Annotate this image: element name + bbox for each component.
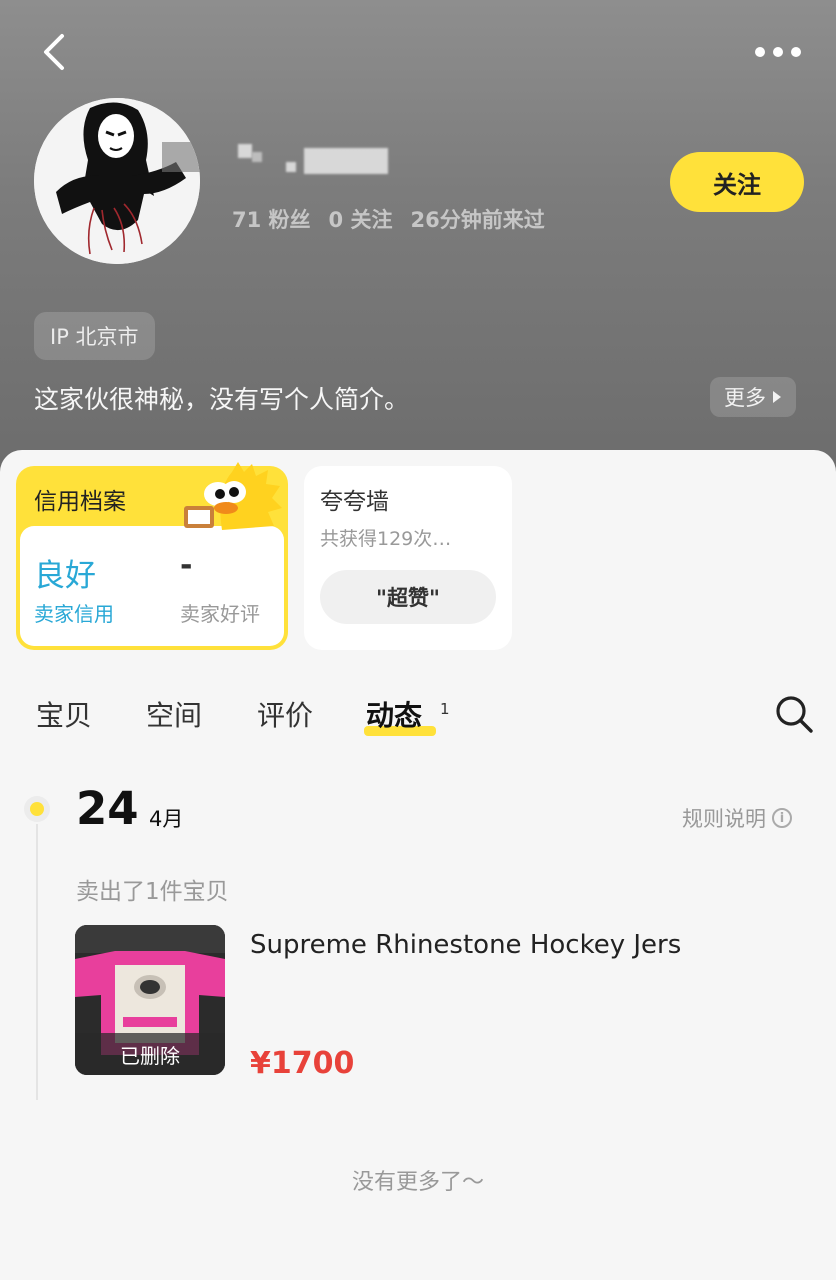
bio-more-label: 更多 [724, 386, 766, 410]
tab-space[interactable]: 空间 [146, 694, 202, 734]
triangle-right-icon [773, 391, 781, 403]
timeline-dot [24, 796, 50, 822]
more-options-button[interactable] [752, 34, 804, 70]
praise-wall-subtitle: 共获得129次… [320, 528, 452, 550]
followers-count[interactable]: 71 粉丝 [232, 204, 311, 234]
feed-event-text: 卖出了1件宝贝 [76, 879, 229, 905]
praise-wall-card[interactable]: 夸夸墙 共获得129次… "超赞" [304, 466, 512, 650]
tab-activity-badge: 1 [440, 700, 450, 718]
search-icon [776, 696, 813, 733]
item-title[interactable]: Supreme Rhinestone Hockey Jers [250, 930, 681, 960]
ip-location-tag: IP 北京市 [34, 312, 155, 360]
feed-date-month: 4月 [149, 807, 184, 831]
seller-good-review-value: - [180, 548, 193, 583]
seller-credit-label: 卖家信用 [34, 602, 114, 626]
seller-credit-rating: 良好 [34, 558, 96, 594]
seller-good-review-label: 卖家好评 [180, 602, 260, 626]
profile-stats: 71 粉丝 0 关注 26分钟前来过 [232, 204, 545, 234]
back-button[interactable] [36, 30, 76, 74]
feed-date-day: 24 [76, 782, 139, 835]
tab-activity[interactable]: 动态 [366, 694, 422, 734]
item-price: ¥1700 [250, 1046, 355, 1081]
tab-reviews[interactable]: 评价 [257, 694, 313, 734]
more-dots-icon [755, 47, 801, 57]
praise-tag[interactable]: "超赞" [320, 570, 496, 624]
timeline-line [36, 824, 38, 1100]
item-deleted-label: 已删除 [75, 1033, 225, 1075]
search-button[interactable] [774, 694, 814, 734]
praise-wall-title: 夸夸墙 [320, 489, 389, 515]
end-of-list-text: 没有更多了～ [351, 1170, 484, 1195]
tab-items[interactable]: 宝贝 [36, 694, 92, 734]
bio-more-button[interactable]: 更多 [710, 377, 796, 417]
rules-label: 规则说明 [682, 807, 766, 831]
bio-text: 这家伙很神秘，没有写个人简介。 [34, 385, 410, 414]
following-count[interactable]: 0 关注 [329, 204, 393, 234]
rules-button[interactable]: 规则说明 i [682, 803, 792, 833]
username-pixelated [238, 140, 388, 174]
avatar-illustration [34, 98, 200, 264]
last-seen: 26分钟前来过 [410, 208, 545, 232]
credit-card-body: 良好 卖家信用 - 卖家好评 [20, 526, 284, 646]
avatar[interactable] [34, 98, 200, 264]
mascot-icon [184, 462, 282, 530]
chevron-left-icon [44, 34, 64, 70]
credit-card-title: 信用档案 [34, 489, 126, 515]
follow-button[interactable]: 关注 [670, 152, 804, 212]
item-thumbnail[interactable]: 已删除 [75, 925, 225, 1075]
info-icon: i [772, 808, 792, 828]
